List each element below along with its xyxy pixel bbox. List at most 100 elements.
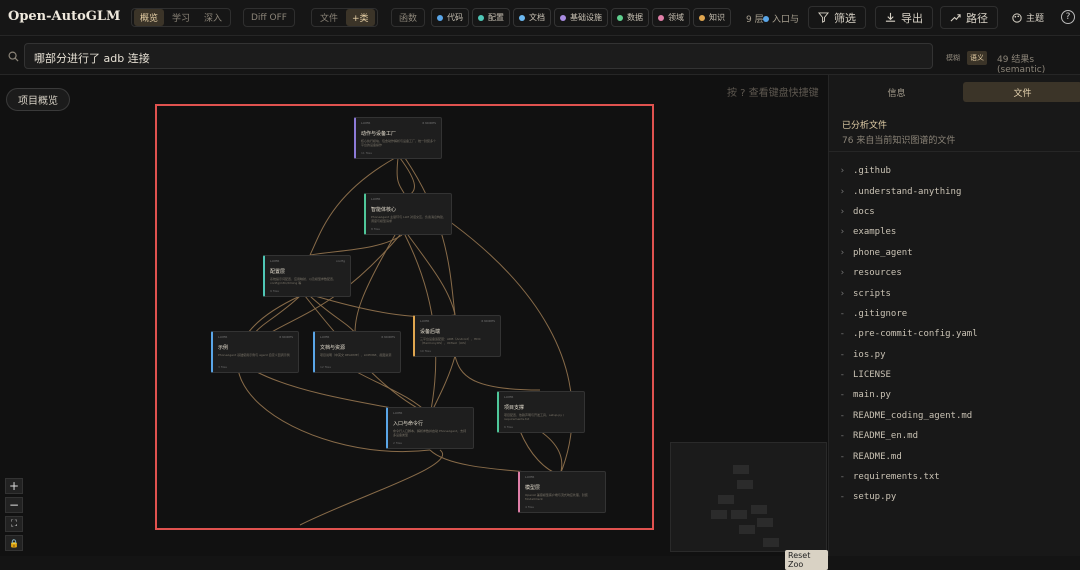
folder-item[interactable]: › docs xyxy=(829,202,1080,222)
panel-subtitle: 76 来自当前知识图谱的文件 xyxy=(842,136,956,146)
filter-dot-icon xyxy=(560,14,566,21)
help-icon[interactable]: ? xyxy=(1061,10,1075,24)
source-mode-switch: 文件 +类 xyxy=(311,8,378,27)
layer-count: 9 层 xyxy=(746,15,764,25)
indegree-toggle[interactable]: 入口与 xyxy=(763,12,799,25)
chevron-right-icon: › xyxy=(839,166,845,177)
folder-item[interactable]: › resources xyxy=(829,263,1080,283)
file-name: examples xyxy=(853,227,897,238)
file-item[interactable]: - .gitignore xyxy=(829,304,1080,324)
view-mode-learn[interactable]: 学习 xyxy=(166,9,196,26)
minimap[interactable] xyxy=(670,442,827,552)
filter-chip-5[interactable]: 领域 xyxy=(652,8,690,27)
graph-canvas[interactable]: 项目概览 按 ? 查看键盘快捷键 LAYER 6 NODES 动作与设备工厂 核… xyxy=(0,75,828,570)
filter-chip-label: 知识 xyxy=(709,13,725,22)
theme-button[interactable]: 主题 xyxy=(1012,11,1044,24)
filter-dot-icon xyxy=(658,14,664,21)
zoom-out-button[interactable]: − xyxy=(5,497,23,513)
app-title: Open-AutoGLM xyxy=(8,9,121,24)
file-item[interactable]: - ios.py xyxy=(829,345,1080,365)
top-bar: Open-AutoGLM 概览 学习 深入 Diff OFF 文件 +类 函数 … xyxy=(0,0,1080,36)
file-dash-icon: - xyxy=(839,451,845,462)
file-dash-icon: - xyxy=(839,431,845,442)
side-panel: 信息 文件 已分析文件 76 来自当前知识图谱的文件 › .github › .und… xyxy=(828,75,1080,556)
file-dash-icon: - xyxy=(839,349,845,360)
filter-dot-icon xyxy=(437,14,443,21)
indegree-dot-icon xyxy=(763,15,769,22)
source-mode-classes[interactable]: +类 xyxy=(346,9,375,26)
search-icon xyxy=(8,51,19,62)
filter-button[interactable]: 筛选 xyxy=(808,6,866,29)
minimap-node xyxy=(718,495,734,504)
tab-files[interactable]: 文件 xyxy=(963,82,1080,102)
file-item[interactable]: - README_en.md xyxy=(829,426,1080,446)
category-filters: 代码 配置 文档 基础设施 数据 领域 知识 xyxy=(431,8,731,27)
filter-chip-2[interactable]: 文档 xyxy=(513,8,551,27)
filter-chip-label: 代码 xyxy=(447,13,463,22)
folder-item[interactable]: › scripts xyxy=(829,283,1080,303)
filter-dot-icon xyxy=(478,14,484,21)
folder-item[interactable]: › .github xyxy=(829,161,1080,181)
file-name: .understand-anything xyxy=(853,186,962,197)
file-name: README_en.md xyxy=(853,431,919,442)
highlight-box xyxy=(155,104,654,530)
minimap-node xyxy=(733,465,749,474)
chevron-right-icon: › xyxy=(839,206,845,217)
path-button-label: 路径 xyxy=(966,11,988,25)
folder-item[interactable]: › .understand-anything xyxy=(829,181,1080,201)
filter-chip-label: 数据 xyxy=(627,13,643,22)
file-name: main.py xyxy=(853,390,891,401)
palette-icon xyxy=(1012,12,1022,23)
minimap-node xyxy=(763,538,779,547)
minimap-node xyxy=(751,505,767,514)
theme-button-label: 主题 xyxy=(1026,14,1045,24)
filter-chip-label: 领域 xyxy=(668,13,684,22)
file-item[interactable]: - README_coding_agent.md xyxy=(829,406,1080,426)
chevron-right-icon: › xyxy=(839,227,845,238)
folder-item[interactable]: › phone_agent xyxy=(829,243,1080,263)
view-mode-switch: 概览 学习 深入 xyxy=(131,8,232,27)
fit-view-icon[interactable]: ⛶ xyxy=(5,516,23,532)
tab-info[interactable]: 信息 xyxy=(837,82,956,102)
export-button[interactable]: 导出 xyxy=(875,6,933,29)
filter-chip-4[interactable]: 数据 xyxy=(611,8,649,27)
panel-title: 已分析文件 xyxy=(842,121,888,131)
diff-toggle[interactable]: Diff OFF xyxy=(243,8,295,27)
path-button[interactable]: 路径 xyxy=(940,6,998,29)
filter-chip-1[interactable]: 配置 xyxy=(472,8,510,27)
chevron-right-icon: › xyxy=(839,186,845,197)
filter-chip-0[interactable]: 代码 xyxy=(431,8,469,27)
filter-chip-3[interactable]: 基础设施 xyxy=(554,8,608,27)
filter-chip-6[interactable]: 知识 xyxy=(693,8,731,27)
file-name: .gitignore xyxy=(853,308,908,319)
file-item[interactable]: - LICENSE xyxy=(829,365,1080,385)
chevron-right-icon: › xyxy=(839,247,845,258)
functions-toggle[interactable]: 函数 xyxy=(391,8,426,27)
file-item[interactable]: - requirements.txt xyxy=(829,467,1080,487)
file-item[interactable]: - main.py xyxy=(829,385,1080,405)
trend-icon xyxy=(950,14,961,22)
search-input[interactable]: 哪部分进行了 adb 连接 xyxy=(24,43,933,69)
source-mode-files[interactable]: 文件 xyxy=(314,9,344,26)
view-mode-overview[interactable]: 概览 xyxy=(134,9,165,26)
search-result-count: 49 结果s (semantic) xyxy=(997,55,1046,75)
chevron-right-icon: › xyxy=(839,288,845,299)
file-dash-icon: - xyxy=(839,329,845,340)
file-list: › .github › .understand-anything › docs › examp… xyxy=(829,161,1080,508)
search-mode-semantic[interactable]: 语义 xyxy=(967,51,987,65)
zoom-in-button[interactable]: + xyxy=(5,478,23,494)
file-item[interactable]: - setup.py xyxy=(829,487,1080,507)
search-mode-fuzzy[interactable]: 模糊 xyxy=(943,51,963,65)
file-item[interactable]: - README.md xyxy=(829,446,1080,466)
view-mode-deep[interactable]: 深入 xyxy=(198,9,228,26)
chevron-right-icon: › xyxy=(839,268,845,279)
file-dash-icon: - xyxy=(839,472,845,483)
file-name: .github xyxy=(853,166,891,177)
lock-icon[interactable]: 🔒 xyxy=(5,535,23,551)
filter-dot-icon xyxy=(617,14,623,21)
export-button-label: 导出 xyxy=(901,11,923,25)
file-item[interactable]: - .pre-commit-config.yaml xyxy=(829,324,1080,344)
folder-item[interactable]: › examples xyxy=(829,222,1080,242)
download-icon xyxy=(885,12,896,22)
file-name: .pre-commit-config.yaml xyxy=(853,329,978,340)
